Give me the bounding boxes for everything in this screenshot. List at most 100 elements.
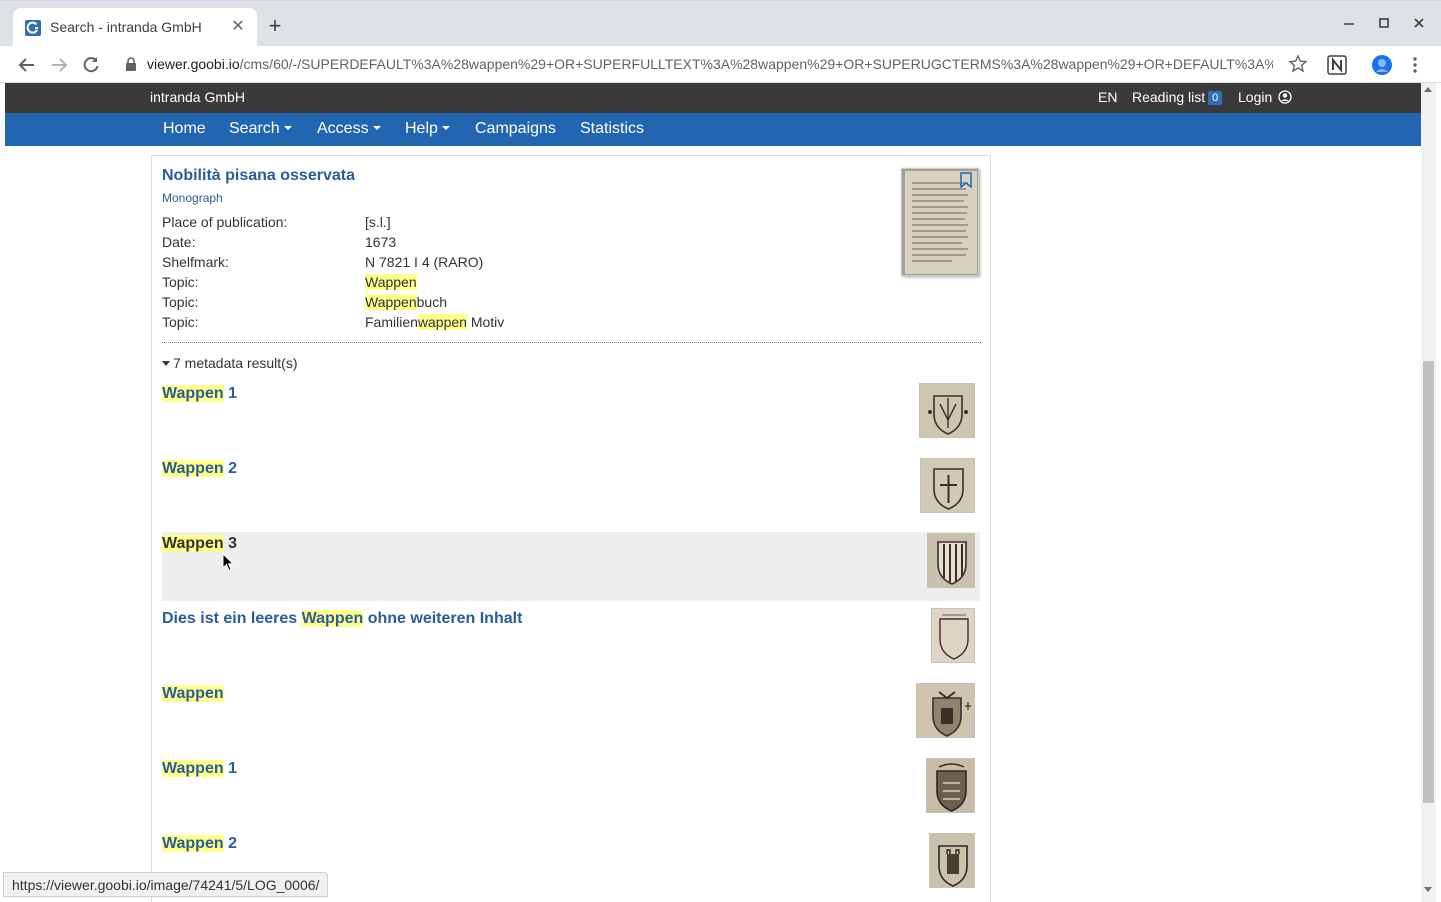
sub-result-title[interactable]: Wappen [162, 685, 224, 703]
link-status-bar: https://viewer.goobi.io/image/74241/5/LO… [3, 872, 329, 897]
bookmark-icon[interactable] [959, 172, 973, 188]
sub-result-title-rest: 3 [223, 535, 237, 552]
nav-access-label: Access [317, 120, 369, 137]
coat-of-arms-thumbnail[interactable] [929, 833, 975, 888]
address-bar[interactable]: viewer.goobi.io/cms/60/-/SUPERDEFAULT%3A… [114, 49, 1316, 79]
result-title-link[interactable]: Nobilità pisana osservata [162, 167, 355, 185]
top-bar: intranda GmbH EN Reading list 0 Login [5, 83, 1421, 113]
sub-result-title-rest: 1 [223, 760, 237, 777]
sub-result-item[interactable]: Dies ist ein leeres Wappen ohne weiteren… [162, 607, 980, 676]
nav-search[interactable]: Search [229, 120, 292, 138]
metadata-row: Topic: Familienwappen Motiv [162, 314, 504, 330]
coat-of-arms-thumbnail[interactable] [927, 533, 975, 588]
chevron-down-icon [441, 126, 450, 130]
browser-tab[interactable]: Search - intranda GmbH ✕ [13, 8, 257, 48]
divider [162, 342, 981, 343]
sub-result-title-rest: ohne weiteren Inhalt [363, 610, 523, 627]
back-arrow-icon[interactable] [14, 52, 40, 78]
scroll-up-arrow-icon[interactable] [1424, 87, 1432, 92]
language-switch[interactable]: EN [1098, 89, 1117, 105]
metadata-value: [s.l.] [365, 214, 391, 230]
search-highlight: Wappen [162, 835, 224, 852]
sub-result-title[interactable]: Wappen 1 [162, 385, 237, 403]
sub-result-item[interactable]: Wappen 2 [162, 457, 980, 526]
chevron-down-icon [372, 126, 381, 130]
sub-result-title[interactable]: Dies ist ein leeres Wappen ohne weiteren… [162, 610, 522, 628]
main-navigation: Home Search Access Help Campaigns Statis… [5, 113, 1421, 146]
metadata-value-suffix: Motiv [466, 314, 505, 330]
sub-result-title-rest: 2 [223, 460, 237, 477]
brand-name[interactable]: intranda GmbH [150, 89, 245, 105]
metadata-results-count: 7 metadata result(s) [173, 355, 298, 371]
nav-help[interactable]: Help [405, 120, 450, 138]
result-doc-type: Monograph [162, 191, 223, 205]
scrollbar-thumb[interactable] [1423, 361, 1434, 803]
nav-home[interactable]: Home [163, 120, 206, 138]
nav-help-label: Help [405, 120, 438, 137]
search-highlight: Wappen [162, 535, 224, 552]
bookmark-star-icon[interactable] [1288, 54, 1308, 74]
nav-statistics[interactable]: Statistics [580, 120, 644, 138]
forward-arrow-icon[interactable] [46, 52, 72, 78]
sub-result-title[interactable]: Wappen 3 [162, 535, 237, 553]
search-highlight: Wappen [365, 294, 417, 310]
metadata-key: Place of publication: [162, 214, 288, 230]
sub-result-title[interactable]: Wappen 1 [162, 760, 237, 778]
coat-of-arms-thumbnail[interactable] [916, 683, 975, 738]
close-window-icon[interactable] [1407, 11, 1431, 35]
reading-list-count-badge: 0 [1208, 91, 1223, 105]
nav-access[interactable]: Access [317, 120, 381, 138]
search-highlight: Wappen [162, 685, 224, 702]
coat-of-arms-thumbnail[interactable] [920, 458, 975, 513]
metadata-key: Topic: [162, 274, 199, 290]
maximize-icon[interactable] [1372, 11, 1396, 35]
extension-n-icon[interactable] [1326, 54, 1348, 76]
sub-result-title[interactable]: Wappen 2 [162, 835, 237, 853]
metadata-key: Topic: [162, 294, 199, 310]
search-highlight: Wappen [162, 385, 224, 402]
sub-result-title-rest: 1 [223, 385, 237, 402]
search-highlight: Wappen [301, 610, 364, 627]
lock-icon [126, 57, 136, 71]
user-circle-icon [1278, 90, 1292, 104]
profile-avatar-icon[interactable] [1371, 54, 1393, 76]
scroll-down-arrow-icon[interactable] [1424, 887, 1432, 892]
new-tab-plus-icon[interactable]: + [263, 15, 287, 39]
close-tab-icon[interactable]: ✕ [229, 18, 247, 36]
metadata-key: Shelfmark: [162, 254, 229, 270]
mouse-pointer-icon [222, 553, 234, 572]
browser-tab-strip: Search - intranda GmbH ✕ + [0, 0, 1441, 48]
metadata-value: 1673 [365, 234, 397, 250]
page-viewport: intranda GmbH EN Reading list 0 Login Hom… [5, 83, 1421, 902]
search-result-card: Nobilità pisana osservata Monograph Plac… [151, 155, 991, 902]
metadata-row: Place of publication: [s.l.] [162, 214, 391, 230]
coat-of-arms-thumbnail[interactable] [919, 383, 975, 438]
metadata-value-suffix: buch [416, 294, 447, 310]
nav-campaigns[interactable]: Campaigns [475, 120, 556, 138]
metadata-results-toggle[interactable]: 7 metadata result(s) [162, 355, 298, 371]
sub-result-item[interactable]: Wappen 1 [162, 382, 980, 451]
metadata-value-prefix: Familien [365, 314, 418, 330]
metadata-value: N 7821 I 4 (RARO) [365, 254, 484, 270]
sub-result-item[interactable]: Wappen 3 [162, 532, 980, 601]
coat-of-arms-thumbnail[interactable] [926, 758, 975, 813]
caret-down-icon [162, 361, 170, 366]
reload-icon[interactable] [78, 52, 104, 78]
chevron-down-icon [283, 126, 292, 130]
reading-list-link[interactable]: Reading list 0 [1132, 89, 1223, 105]
minimize-icon[interactable] [1337, 11, 1361, 35]
sub-result-item[interactable]: Wappen 1 [162, 757, 980, 826]
sub-result-title-prefix: Dies ist ein leeres [162, 610, 302, 627]
nav-search-label: Search [229, 120, 280, 137]
login-label: Login [1238, 89, 1273, 105]
sub-result-item[interactable]: Wappen [162, 682, 980, 751]
metadata-row: Topic: Wappen [162, 274, 417, 290]
search-highlight: Wappen [365, 274, 417, 290]
browser-menu-icon[interactable] [1404, 54, 1426, 76]
sub-result-title[interactable]: Wappen 2 [162, 460, 237, 478]
reading-list-label: Reading list [1132, 89, 1206, 105]
login-link[interactable]: Login [1238, 89, 1292, 105]
coat-of-arms-thumbnail[interactable] [931, 608, 975, 663]
url-text: viewer.goobi.io/cms/60/-/SUPERDEFAULT%3A… [147, 56, 1273, 72]
page-scrollbar[interactable] [1421, 83, 1436, 902]
